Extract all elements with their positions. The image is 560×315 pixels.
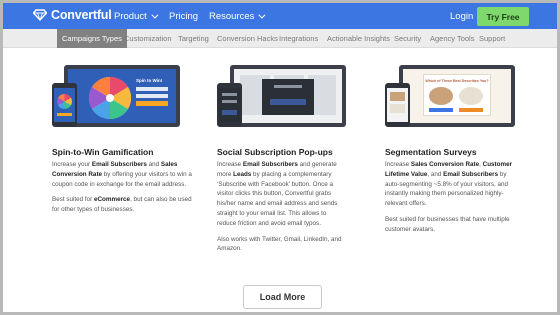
card-title: Spin-to-Win Gamification — [52, 147, 154, 157]
brand-logo[interactable]: Convertful — [33, 8, 112, 22]
nav-resources[interactable]: Resources — [209, 3, 266, 29]
card-description: Increase Email Subscribers and generate … — [217, 160, 347, 254]
spin-wheel-icon — [88, 76, 132, 120]
spin-to-win-heading: Spin to Win! — [136, 78, 163, 83]
campaign-subnav: Campaigns Types Customization Targeting … — [3, 29, 557, 48]
card-description: Increase Sales Conversion Rate, Customer… — [385, 160, 520, 235]
survey-heading: Which of These Best Describes You? — [425, 79, 489, 83]
login-link[interactable]: Login — [450, 11, 473, 22]
mobile-mockup — [385, 83, 410, 127]
try-free-button[interactable]: Try Free — [477, 7, 529, 26]
tab-security[interactable]: Security — [394, 29, 421, 48]
card-paragraph: Also works with Twitter, Gmail, LinkedIn… — [217, 235, 342, 253]
load-more-button[interactable]: Load More — [243, 285, 322, 309]
card-paragraph: Best suited for eCommerce, but can also … — [52, 196, 192, 214]
top-navbar: Convertful Product Pricing Resources Log… — [3, 3, 557, 29]
desktop-mockup: Spin to Win! — [64, 65, 180, 127]
tab-actionable-insights[interactable]: Actionable Insights — [327, 29, 390, 48]
nav-product-label: Product — [114, 10, 147, 22]
desktop-mockup: Which of These Best Describes You? — [399, 65, 515, 127]
nav-product[interactable]: Product — [114, 3, 159, 29]
card-title: Segmentation Surveys — [385, 147, 477, 157]
card-paragraph: Increase Sales Conversion Rate, Customer… — [385, 161, 513, 208]
tab-agency-tools[interactable]: Agency Tools — [430, 29, 474, 48]
tab-campaigns-types[interactable]: Campaigns Types — [57, 29, 127, 48]
nav-pricing-label: Pricing — [169, 10, 199, 22]
tab-support[interactable]: Support — [479, 29, 505, 48]
mobile-mockup — [52, 83, 77, 127]
brand-name: Convertful — [51, 8, 112, 22]
card-paragraph: Best suited for businesses that have mul… — [385, 215, 510, 233]
tab-targeting[interactable]: Targeting — [178, 29, 209, 48]
card-paragraph: Increase your Email Subscribers and Sale… — [52, 161, 192, 188]
nav-resources-label: Resources — [209, 10, 255, 22]
card-paragraph: Increase Email Subscribers and generate … — [217, 161, 338, 227]
tab-integrations[interactable]: Integrations — [279, 29, 318, 48]
chevron-down-icon — [151, 11, 159, 19]
diamond-logo-icon — [33, 9, 47, 21]
tab-conversion-hacks[interactable]: Conversion Hacks — [217, 29, 278, 48]
card-description: Increase your Email Subscribers and Sale… — [52, 160, 192, 215]
tab-customization[interactable]: Customization — [124, 29, 172, 48]
card-title: Social Subscription Pop-ups — [217, 147, 333, 157]
nav-pricing[interactable]: Pricing — [169, 3, 198, 29]
mobile-mockup — [217, 83, 242, 127]
desktop-mockup — [230, 65, 346, 127]
chevron-down-icon — [258, 11, 266, 19]
